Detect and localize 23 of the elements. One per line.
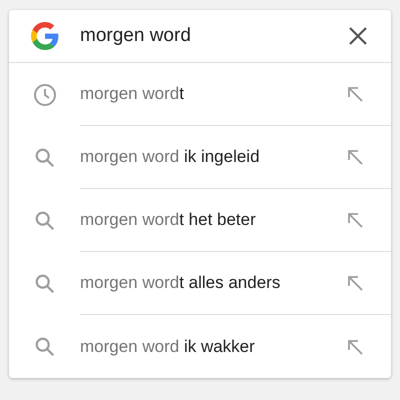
search-icon bbox=[34, 146, 56, 168]
clock-icon bbox=[32, 82, 56, 106]
search-icon bbox=[34, 210, 56, 232]
suggestion-item[interactable]: morgen wordt het beter bbox=[9, 189, 391, 252]
up-left-arrow-icon bbox=[347, 212, 363, 228]
suggestion-item[interactable]: morgen word ik wakker bbox=[9, 315, 391, 378]
logo-icon bbox=[30, 22, 58, 50]
up-left-arrow-icon bbox=[347, 149, 363, 165]
suggestion-item[interactable]: morgen wordt bbox=[9, 63, 391, 126]
suggestion-text: morgen wordt alles anders bbox=[80, 272, 282, 294]
suggestion-text: morgen word ik ingeleid bbox=[80, 146, 261, 168]
suggestion-text: morgen wordt bbox=[80, 83, 185, 106]
suggestion-item[interactable]: morgen word ik ingeleid bbox=[9, 126, 391, 189]
up-left-arrow-icon bbox=[347, 338, 363, 354]
search-icon bbox=[34, 272, 56, 294]
up-left-arrow-icon bbox=[347, 275, 363, 291]
search-field[interactable]: morgen word bbox=[80, 22, 335, 50]
close-icon bbox=[349, 27, 367, 45]
search-icon bbox=[34, 336, 56, 358]
suggestion-text: morgen word ik wakker bbox=[80, 336, 256, 358]
suggestion-item[interactable]: morgen wordt alles anders bbox=[9, 252, 391, 315]
suggestion-text: morgen wordt het beter bbox=[80, 209, 257, 232]
up-left-arrow-icon bbox=[347, 86, 363, 102]
